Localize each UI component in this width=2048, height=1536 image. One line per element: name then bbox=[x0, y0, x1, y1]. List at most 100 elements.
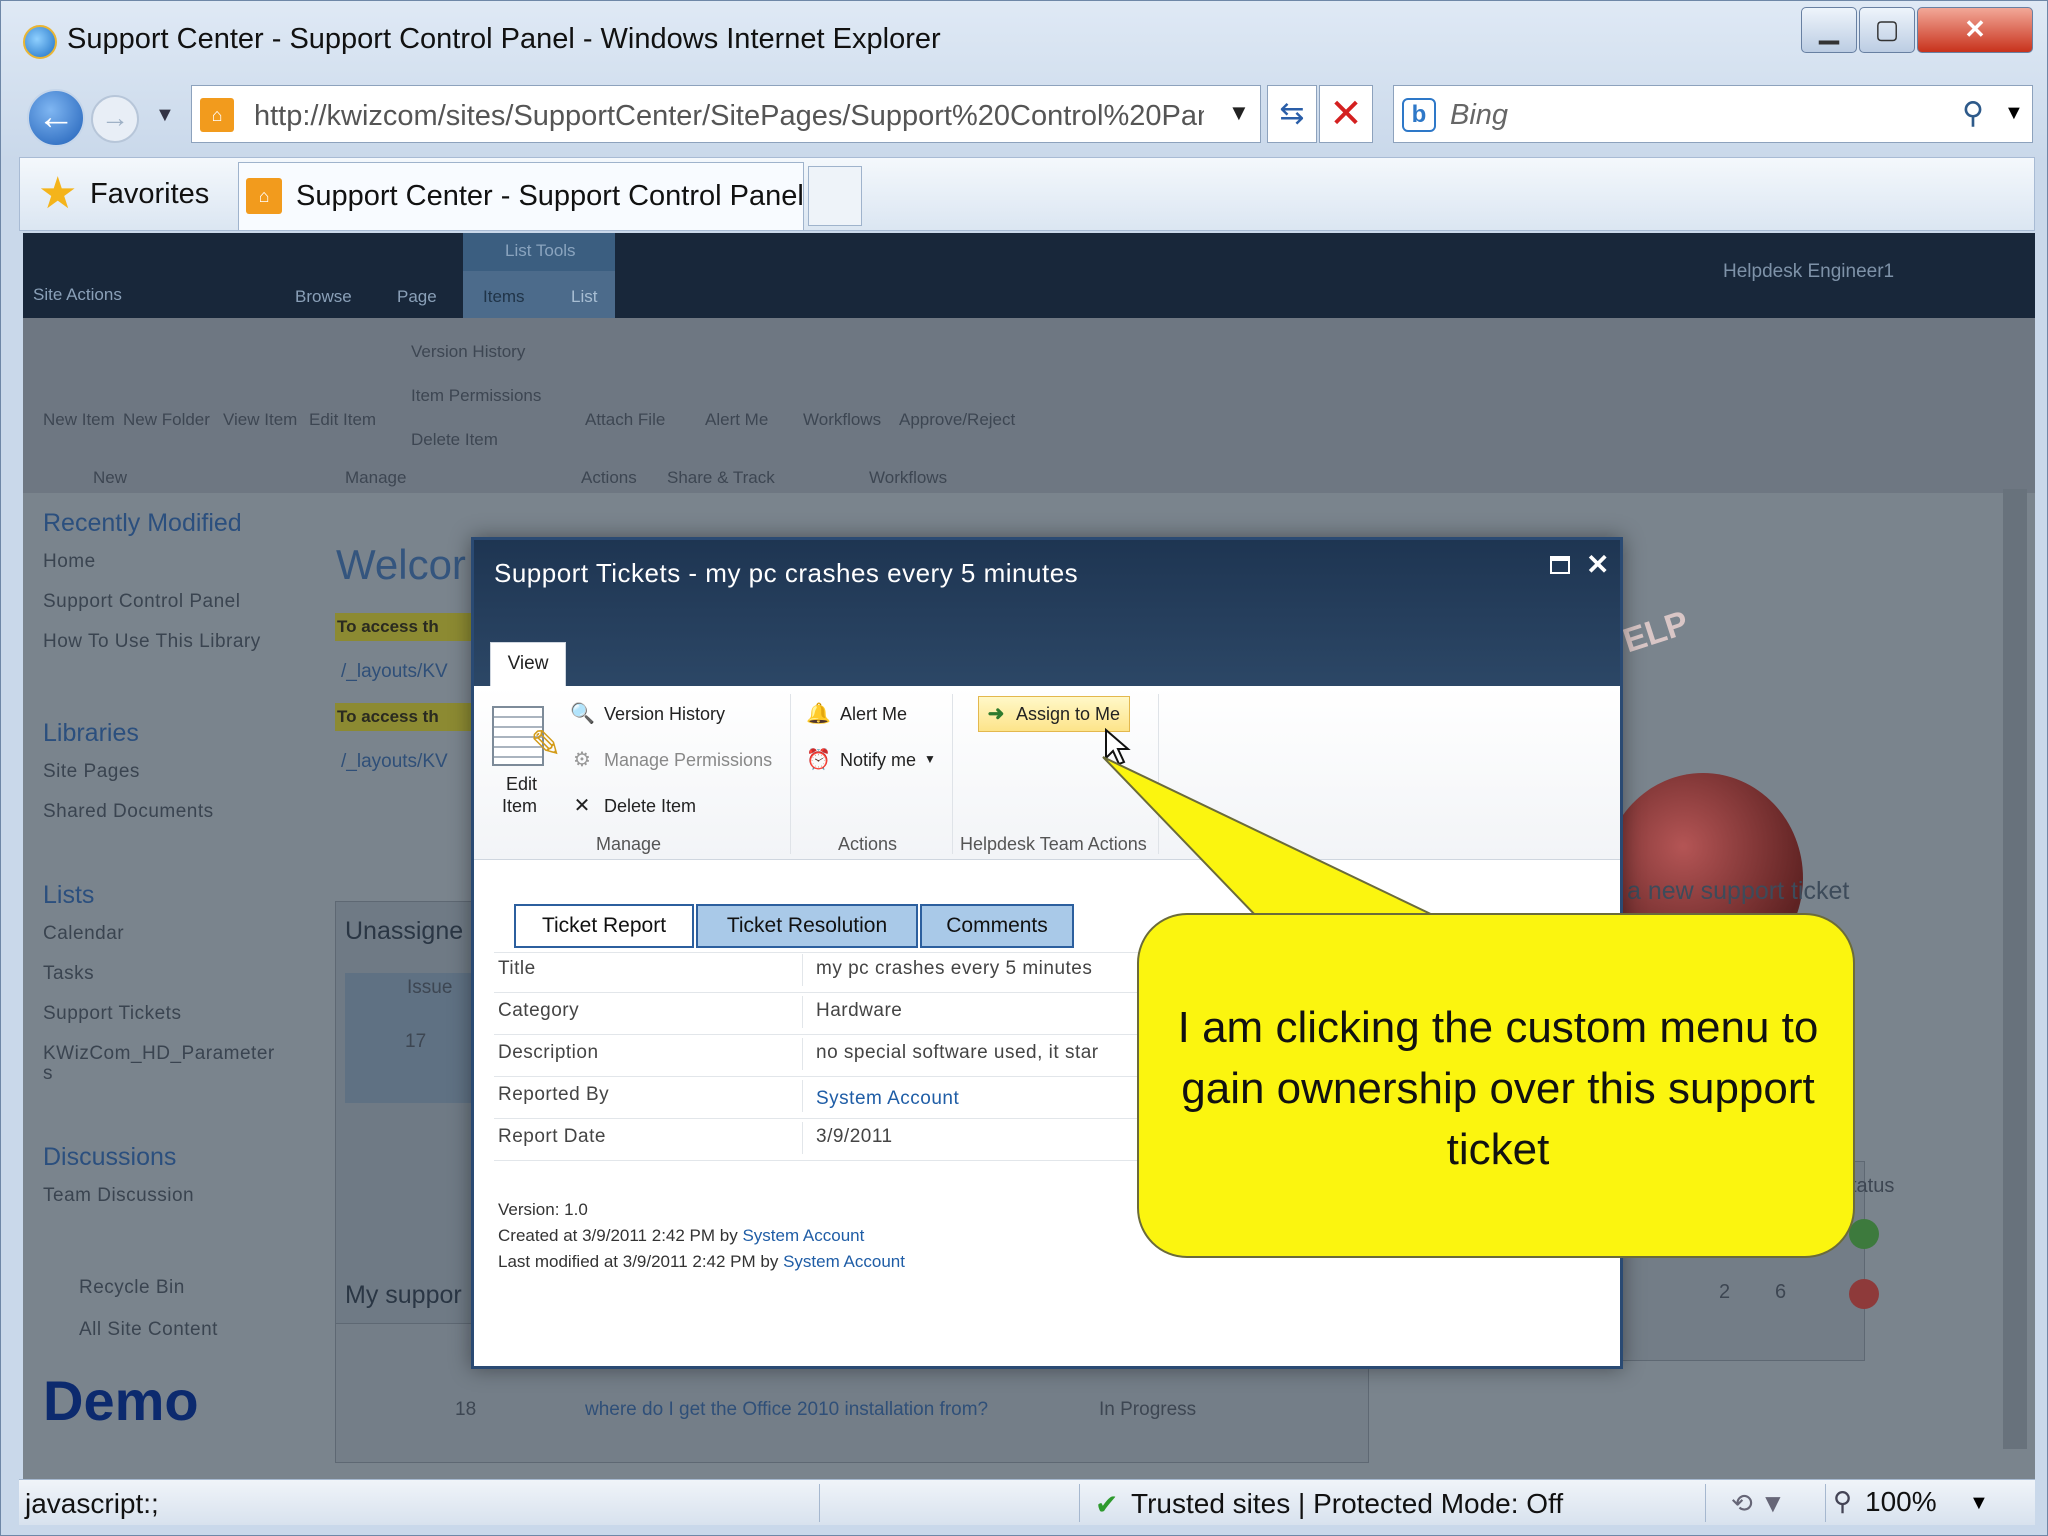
field-label-category: Category bbox=[498, 1000, 580, 1021]
forward-button[interactable]: → bbox=[91, 95, 139, 143]
tab-favicon-icon: ⌂ bbox=[246, 178, 282, 214]
new-tab-button[interactable] bbox=[808, 166, 862, 226]
issue-column-header: Issue bbox=[407, 977, 453, 998]
ribbon-group-manage: Manage bbox=[345, 468, 407, 487]
browser-tab-label[interactable]: Support Center - Support Control Panel bbox=[296, 180, 804, 213]
dlg-edit-item-label-2[interactable]: Item bbox=[502, 796, 537, 817]
search-input[interactable]: Bing bbox=[1450, 99, 1508, 132]
ribbon-item-permissions[interactable]: Item Permissions bbox=[411, 386, 541, 406]
dlg-assign-to-me[interactable]: Assign to Me bbox=[1016, 704, 1120, 725]
ribbon-group-workflows: Workflows bbox=[869, 468, 948, 487]
search-box[interactable]: b Bing ⚲ ▼ bbox=[1393, 85, 2033, 143]
ribbon-alert-me[interactable]: Alert Me bbox=[705, 410, 768, 430]
page-scrollbar[interactable] bbox=[2003, 489, 2027, 1449]
ribbon-new-folder[interactable]: New Folder bbox=[123, 410, 210, 430]
nav-libraries[interactable]: Libraries bbox=[43, 719, 139, 748]
help-button-text: ELP bbox=[1618, 603, 1694, 661]
security-zone[interactable]: Trusted sites | Protected Mode: Off bbox=[1131, 1488, 1563, 1520]
nav-item-calendar[interactable]: Calendar bbox=[43, 923, 124, 945]
layouts-link-2[interactable]: /_layouts/KV bbox=[341, 751, 448, 773]
dlg-edit-item-label-1[interactable]: Edit bbox=[506, 774, 537, 795]
address-bar[interactable]: ⌂ http://kwizcom/sites/SupportCenter/Sit… bbox=[191, 85, 1261, 143]
ribbon-workflows[interactable]: Workflows bbox=[803, 410, 881, 430]
tab-browse[interactable]: Browse bbox=[295, 287, 352, 307]
field-col-divider bbox=[802, 1038, 803, 1070]
nav-item-shared-documents[interactable]: Shared Documents bbox=[43, 801, 214, 823]
access-text-1: To access th bbox=[337, 617, 439, 636]
pencil-icon: ✎ bbox=[530, 724, 562, 766]
zoom-dropdown-icon[interactable]: ▼ bbox=[1969, 1492, 1989, 1515]
site-actions-menu[interactable]: Site Actions bbox=[33, 285, 122, 305]
search-icon[interactable]: ⚲ bbox=[1962, 96, 1984, 131]
delete-icon: ✕ bbox=[573, 795, 591, 817]
assign-icon: ➜ bbox=[987, 703, 1005, 725]
notify-dropdown-icon[interactable]: ▼ bbox=[924, 752, 936, 766]
zoom-icon[interactable]: ⚲ bbox=[1833, 1486, 1852, 1517]
favorites-button[interactable]: Favorites bbox=[90, 178, 209, 211]
status-separator bbox=[819, 1484, 820, 1522]
dlg-delete-item[interactable]: Delete Item bbox=[604, 796, 696, 817]
search-dropdown-icon[interactable]: ▼ bbox=[2004, 102, 2024, 125]
dlg-alert-me[interactable]: Alert Me bbox=[840, 704, 907, 725]
nav-item-site-pages[interactable]: Site Pages bbox=[43, 761, 140, 783]
ribbon-delete-item[interactable]: Delete Item bbox=[411, 430, 498, 450]
unassigned-heading: Unassigne bbox=[345, 917, 464, 945]
tab-comments[interactable]: Comments bbox=[920, 904, 1074, 948]
nav-lists[interactable]: Lists bbox=[43, 881, 94, 910]
modified-by-link[interactable]: System Account bbox=[783, 1252, 905, 1271]
nav-recently-modified[interactable]: Recently Modified bbox=[43, 509, 242, 538]
nav-item-support-tickets[interactable]: Support Tickets bbox=[43, 1003, 181, 1025]
dialog-header: Support Tickets - my pc crashes every 5 … bbox=[474, 540, 1620, 686]
my-support-row-title[interactable]: where do I get the Office 2010 installat… bbox=[585, 1399, 1045, 1421]
layouts-link-1[interactable]: /_layouts/KV bbox=[341, 661, 448, 683]
ribbon-new-item[interactable]: New Item bbox=[43, 410, 115, 430]
my-support-row-id[interactable]: 18 bbox=[455, 1399, 476, 1421]
back-button[interactable]: ← bbox=[27, 89, 85, 147]
field-value-reported-by[interactable]: System Account bbox=[816, 1088, 959, 1110]
refresh-button[interactable]: ⇆ bbox=[1267, 85, 1317, 143]
tab-page[interactable]: Page bbox=[397, 287, 437, 307]
nav-item-tasks[interactable]: Tasks bbox=[43, 963, 94, 985]
dialog-tab-view[interactable]: View bbox=[490, 642, 566, 686]
dialog-close-icon[interactable]: ✕ bbox=[1586, 548, 1609, 581]
nav-item-home[interactable]: Home bbox=[43, 551, 96, 573]
ribbon-version-history[interactable]: Version History bbox=[411, 342, 525, 362]
nav-item-how-to[interactable]: How To Use This Library bbox=[43, 631, 261, 653]
dialog-maximize-icon[interactable] bbox=[1550, 556, 1570, 574]
ribbon-edit-item[interactable]: Edit Item bbox=[309, 410, 376, 430]
tab-items[interactable]: Items bbox=[483, 287, 525, 307]
stop-button[interactable]: ✕ bbox=[1319, 85, 1373, 143]
created-by-link[interactable]: System Account bbox=[742, 1226, 864, 1245]
recent-pages-dropdown[interactable]: ▼ bbox=[155, 104, 175, 127]
nav-discussions[interactable]: Discussions bbox=[43, 1143, 176, 1172]
zoom-level[interactable]: 100% bbox=[1865, 1486, 1937, 1518]
nav-item-team-discussion[interactable]: Team Discussion bbox=[43, 1185, 194, 1207]
minimize-button[interactable]: ▁ bbox=[1801, 7, 1857, 53]
close-button[interactable]: ✕ bbox=[1917, 7, 2033, 53]
nav-item-kwizcom-params[interactable]: KWizCom_HD_Parameter bbox=[43, 1043, 275, 1065]
created-info: Created at 3/9/2011 2:42 PM by System Ac… bbox=[498, 1226, 864, 1246]
ribbon-attach-file[interactable]: Attach File bbox=[585, 410, 665, 430]
nav-item-support-control-panel[interactable]: Support Control Panel bbox=[43, 591, 240, 613]
count-b: 6 bbox=[1775, 1281, 1787, 1303]
address-url[interactable]: http://kwizcom/sites/SupportCenter/SiteP… bbox=[254, 100, 1204, 133]
ribbon-approve-reject[interactable]: Approve/Reject bbox=[899, 410, 1015, 430]
notify-clock-icon: ⏰ bbox=[806, 749, 831, 771]
dlg-version-history[interactable]: Version History bbox=[604, 704, 725, 725]
tab-ticket-resolution[interactable]: Ticket Resolution bbox=[696, 904, 918, 948]
ribbon-group-actions: Actions bbox=[581, 468, 637, 487]
address-dropdown-icon[interactable]: ▼ bbox=[1228, 100, 1250, 126]
tab-list[interactable]: List bbox=[571, 287, 597, 307]
maximize-button[interactable]: ▢ bbox=[1859, 7, 1915, 53]
accelerator-icon[interactable]: ⟲ ▼ bbox=[1731, 1488, 1786, 1519]
dlg-notify-me[interactable]: Notify me bbox=[840, 750, 916, 771]
new-ticket-link[interactable]: a new support ticket bbox=[1627, 877, 1849, 906]
ribbon-view-item[interactable]: View Item bbox=[223, 410, 297, 430]
nav-item-kwizcom-params-wrap[interactable]: s bbox=[43, 1063, 53, 1085]
manage-permissions-icon: ⚙ bbox=[573, 749, 591, 771]
tab-ticket-report[interactable]: Ticket Report bbox=[514, 904, 694, 948]
user-menu[interactable]: Helpdesk Engineer1 bbox=[1723, 261, 1894, 283]
unassigned-row-id[interactable]: 17 bbox=[405, 1031, 426, 1053]
nav-all-site-content[interactable]: All Site Content bbox=[79, 1319, 218, 1341]
nav-recycle-bin[interactable]: Recycle Bin bbox=[79, 1277, 185, 1299]
